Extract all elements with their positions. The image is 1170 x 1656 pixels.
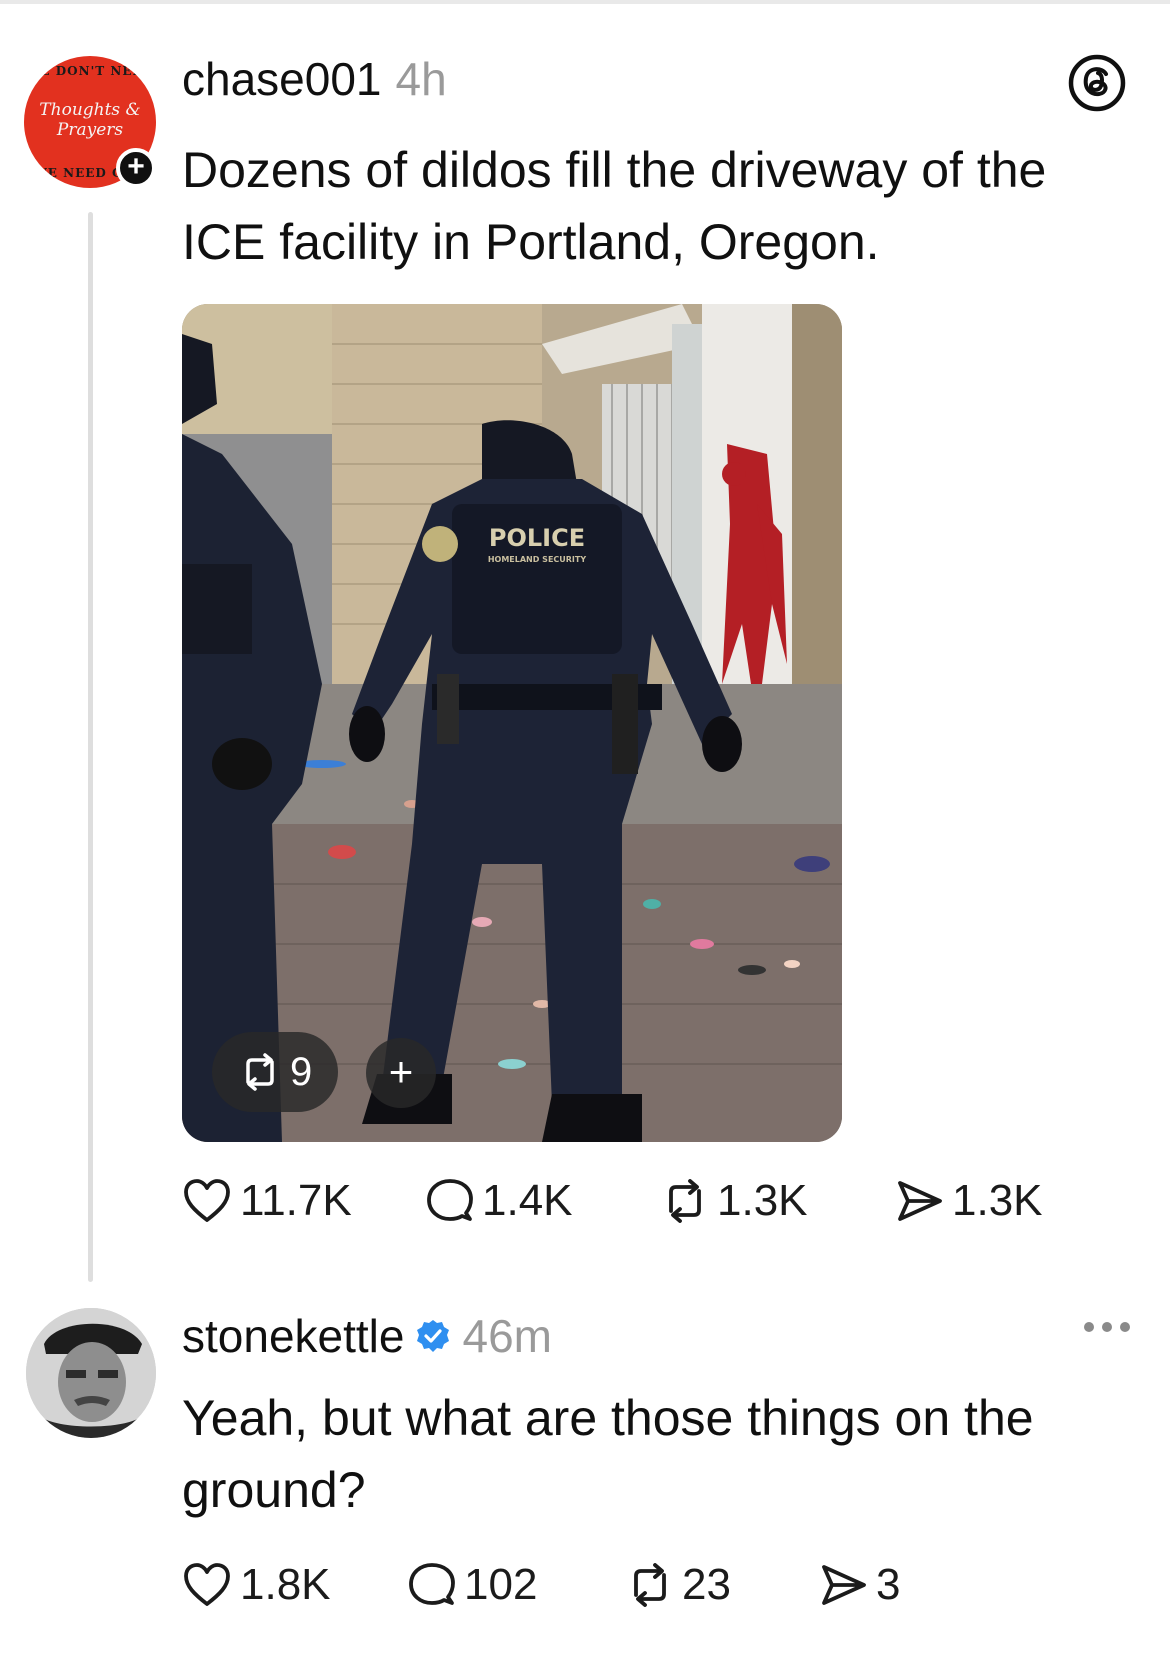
post-timestamp[interactable]: 4h	[396, 52, 447, 106]
post-repost-count: 1.3K	[717, 1176, 808, 1225]
share-send-icon	[822, 1565, 866, 1605]
reply-action-bar: 1.8K 102 23 3	[182, 1560, 900, 1610]
reply-share-button[interactable]: 3	[820, 1560, 900, 1610]
reply-comment-count: 102	[464, 1560, 538, 1609]
comment-bubble-icon	[409, 1563, 455, 1605]
verified-badge-icon	[417, 1320, 450, 1352]
heart-icon	[184, 1563, 230, 1606]
reply-timestamp[interactable]: 46m	[462, 1309, 551, 1363]
image-add-button[interactable]: +	[366, 1038, 436, 1108]
reply-username[interactable]: stonekettle	[182, 1309, 404, 1363]
follow-plus-icon[interactable]: +	[116, 148, 156, 188]
reply-repost-count: 23	[682, 1560, 731, 1609]
post-header: chase001 4h	[182, 52, 447, 112]
reply-author-avatar[interactable]	[26, 1308, 156, 1438]
post-like-count: 11.7K	[240, 1176, 352, 1225]
avatar-face	[58, 1342, 126, 1422]
reply-like-button[interactable]: 1.8K	[182, 1560, 408, 1610]
image-repost-pill[interactable]: 9	[212, 1032, 339, 1112]
reply-header: stonekettle 46m	[182, 1306, 552, 1366]
post-body-text: Dozens of dildos fill the driveway of th…	[182, 142, 1047, 270]
top-divider	[0, 0, 1170, 4]
image-repost-count: 9	[290, 1049, 313, 1094]
post-action-bar: 11.7K 1.4K 1.3K 1.3K	[182, 1176, 1043, 1226]
post-share-count: 1.3K	[952, 1176, 1043, 1225]
post-comment-count: 1.4K	[482, 1176, 573, 1225]
post-repost-button[interactable]: 1.3K	[661, 1176, 896, 1226]
photo-vest-sublabel: HOMELAND SECURITY	[488, 555, 587, 564]
threads-logo-icon[interactable]	[1068, 54, 1126, 112]
post-photo[interactable]: POLICE HOMELAND SECURITY 9 +	[182, 304, 842, 1142]
post-comment-button[interactable]: 1.4K	[426, 1176, 661, 1226]
avatar-text-top: WE DON'T NEED	[25, 64, 155, 78]
avatar-portrait	[26, 1308, 156, 1438]
photo-vest-label: POLICE	[489, 524, 585, 552]
reply-share-count: 3	[876, 1560, 901, 1609]
post-username[interactable]: chase001	[182, 52, 382, 106]
post-like-button[interactable]: 11.7K	[182, 1176, 426, 1226]
photo-scene: POLICE HOMELAND SECURITY	[182, 304, 842, 1142]
repost-icon	[246, 1053, 274, 1091]
reply-repost-button[interactable]: 23	[626, 1560, 820, 1610]
more-dots-icon[interactable]	[1082, 1320, 1132, 1334]
repost-icon	[669, 1179, 701, 1223]
repost-icon	[634, 1563, 666, 1607]
reply-body-text: Yeah, but what are those things on the g…	[182, 1390, 1034, 1518]
threads-post-screen: WE DON'T NEED Thoughts & Prayers WE NEED…	[0, 0, 1170, 1656]
post-share-button[interactable]: 1.3K	[896, 1176, 1043, 1226]
avatar-text-script: Thoughts & Prayers	[39, 100, 141, 140]
photo-shoulder-patch	[422, 526, 458, 562]
comment-bubble-icon	[427, 1179, 473, 1221]
share-send-icon	[898, 1181, 942, 1221]
thread-connector-line	[88, 212, 93, 1282]
reply-comment-button[interactable]: 102	[408, 1560, 626, 1610]
heart-icon	[184, 1179, 230, 1222]
reply-like-count: 1.8K	[240, 1560, 331, 1609]
